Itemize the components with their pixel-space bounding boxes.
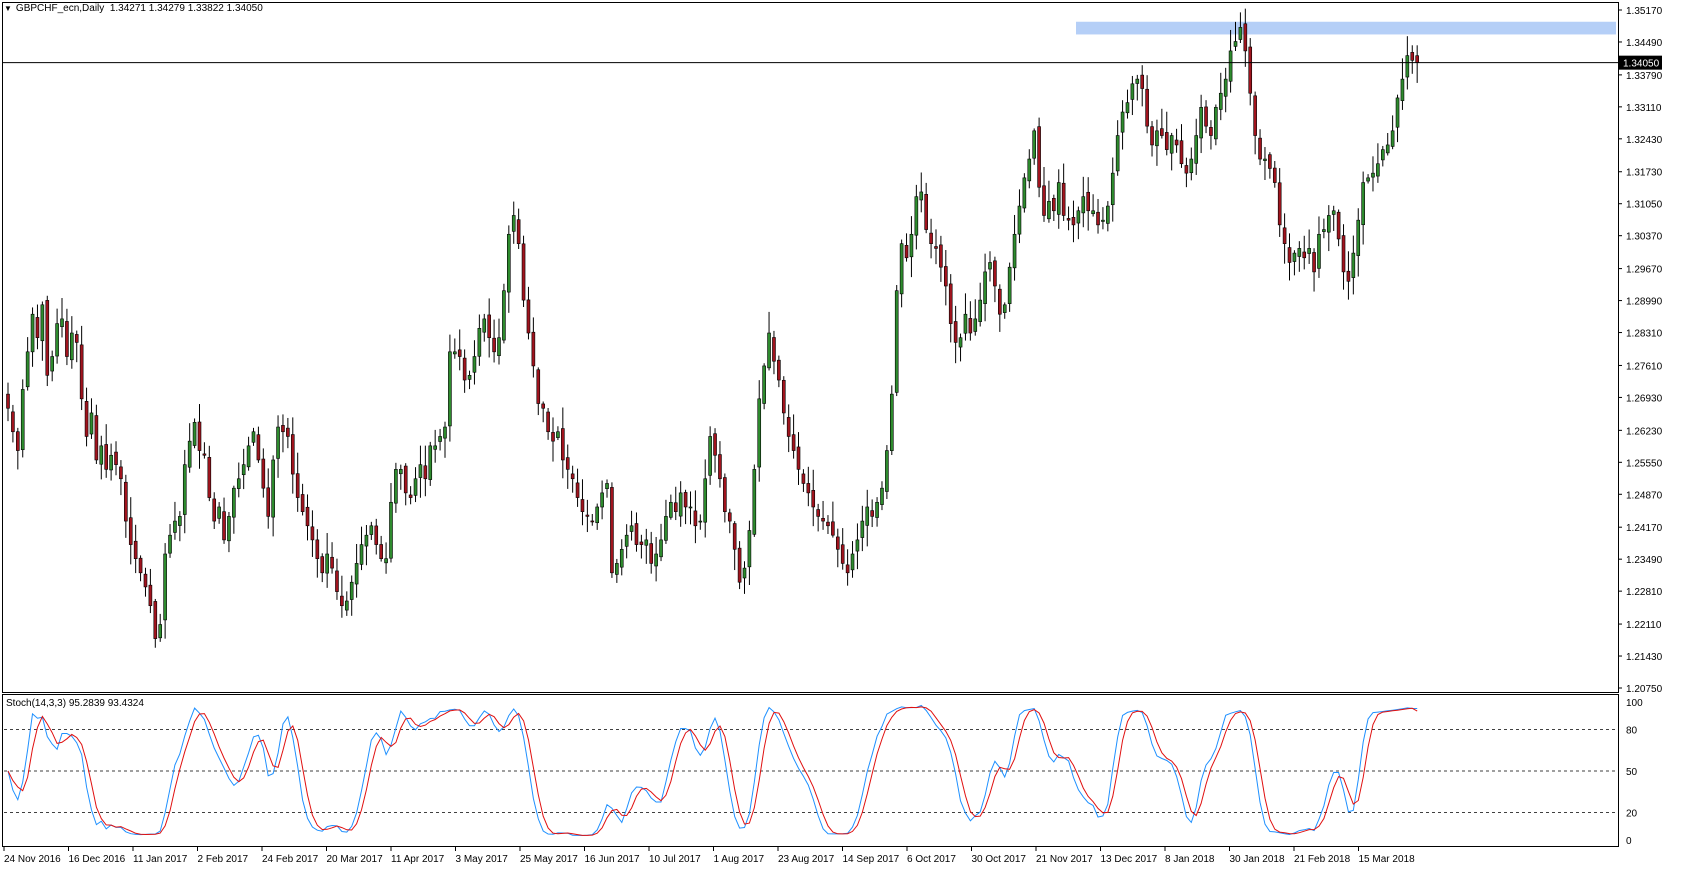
time-tick-label: 1 Aug 2017 — [714, 854, 765, 865]
time-tick-label: 2 Feb 2017 — [198, 854, 249, 865]
time-tick-label: 20 Mar 2017 — [327, 854, 384, 865]
price-tick-label: 1.29670 — [1626, 265, 1663, 276]
candle[interactable] — [521, 235, 526, 308]
indicator-label: Stoch(14,3,3) 95.2839 93.4324 — [6, 698, 144, 709]
price-tick-label: 1.33110 — [1626, 103, 1662, 114]
chart-menu-triangle-icon[interactable]: ▼ — [4, 4, 12, 13]
candle[interactable] — [610, 482, 614, 578]
time-tick-label: 21 Feb 2018 — [1294, 854, 1351, 865]
time-tick-label: 30 Oct 2017 — [972, 854, 1027, 865]
candle[interactable] — [737, 541, 742, 590]
candle[interactable] — [428, 441, 433, 486]
price-tick-label: 1.27610 — [1626, 361, 1663, 372]
price-tick-label: 1.26230 — [1626, 426, 1663, 437]
time-tick-label: 21 Nov 2017 — [1036, 854, 1093, 865]
chart-header: ▼ GBPCHF_ecn,Daily 1.34271 1.34279 1.3382… — [4, 3, 263, 14]
ohlc-values: 1.34271 1.34279 1.33822 1.34050 — [109, 3, 263, 14]
price-tick-label: 1.34490 — [1626, 38, 1663, 49]
price-tick-label: 1.35170 — [1626, 6, 1663, 17]
stoch-level-label: 100 — [1626, 698, 1643, 709]
candle[interactable] — [1022, 173, 1027, 213]
stoch-level-label: 0 — [1626, 836, 1632, 847]
price-tick-label: 1.23490 — [1626, 555, 1663, 566]
time-tick-label: 16 Dec 2016 — [69, 854, 126, 865]
candle[interactable] — [45, 295, 50, 387]
price-tick-label: 1.33790 — [1626, 71, 1663, 82]
time-tick-label: 10 Jul 2017 — [649, 854, 701, 865]
symbol-label: GBPCHF_ecn,Daily — [15, 3, 105, 14]
price-tick-label: 1.26930 — [1626, 393, 1663, 404]
current-price-label: 1.34050 — [1623, 59, 1660, 70]
candle[interactable] — [885, 445, 889, 500]
price-tick-label: 1.24170 — [1626, 523, 1663, 534]
price-tick-label: 1.32430 — [1626, 135, 1663, 146]
candle[interactable] — [1037, 117, 1041, 198]
price-tick-label: 1.24870 — [1626, 490, 1663, 501]
candle[interactable] — [762, 363, 766, 410]
time-tick-label: 14 Sep 2017 — [843, 854, 900, 865]
time-tick-label: 23 Aug 2017 — [778, 854, 835, 865]
candle[interactable] — [889, 385, 894, 455]
candle[interactable] — [502, 283, 506, 344]
time-tick-label: 16 Jun 2017 — [585, 854, 640, 865]
chart-window[interactable]: 100 80 50 20 0 1.35170 1.34490 1.33790 1.33110 1… — [0, 0, 1682, 866]
time-tick-label: 30 Jan 2018 — [1230, 854, 1285, 865]
time-tick-label: 11 Apr 2017 — [391, 854, 445, 865]
time-tick-label: 24 Feb 2017 — [262, 854, 319, 865]
resistance-zone[interactable] — [1076, 21, 1616, 35]
time-tick-label: 6 Oct 2017 — [907, 854, 956, 865]
time-tick-label: 3 May 2017 — [456, 854, 509, 865]
stoch-level-label: 80 — [1626, 726, 1638, 737]
time-tick-label: 11 Jan 2017 — [133, 854, 188, 865]
stoch-level-label: 20 — [1626, 808, 1638, 819]
price-tick-label: 1.25550 — [1626, 458, 1663, 469]
price-tick-label: 1.31050 — [1626, 200, 1663, 211]
price-tick-label: 1.20750 — [1626, 684, 1663, 695]
candle[interactable] — [20, 379, 25, 458]
time-tick-label: 25 May 2017 — [520, 854, 578, 865]
candle[interactable] — [752, 464, 757, 537]
candle[interactable] — [1214, 104, 1218, 146]
time-tick-label: 8 Jan 2018 — [1165, 854, 1215, 865]
price-tick-label: 1.21430 — [1626, 652, 1663, 663]
price-tick-label: 1.30370 — [1626, 232, 1663, 243]
candle[interactable] — [192, 418, 197, 449]
stoch-level-label: 50 — [1626, 767, 1638, 778]
time-tick-label: 13 Dec 2017 — [1101, 854, 1158, 865]
price-tick-label: 1.22810 — [1626, 587, 1663, 598]
price-tick-label: 1.22110 — [1626, 620, 1662, 631]
price-tick-label: 1.28310 — [1626, 329, 1663, 340]
price-tick-label: 1.31730 — [1626, 168, 1663, 179]
time-tick-label: 24 Nov 2016 — [4, 854, 61, 865]
candle[interactable] — [894, 285, 899, 397]
price-chart[interactable]: 100 80 50 20 0 1.35170 1.34490 1.33790 1.33110 1… — [0, 0, 1682, 866]
time-tick-label: 15 Mar 2018 — [1359, 854, 1416, 865]
price-tick-label: 1.28990 — [1626, 297, 1663, 308]
